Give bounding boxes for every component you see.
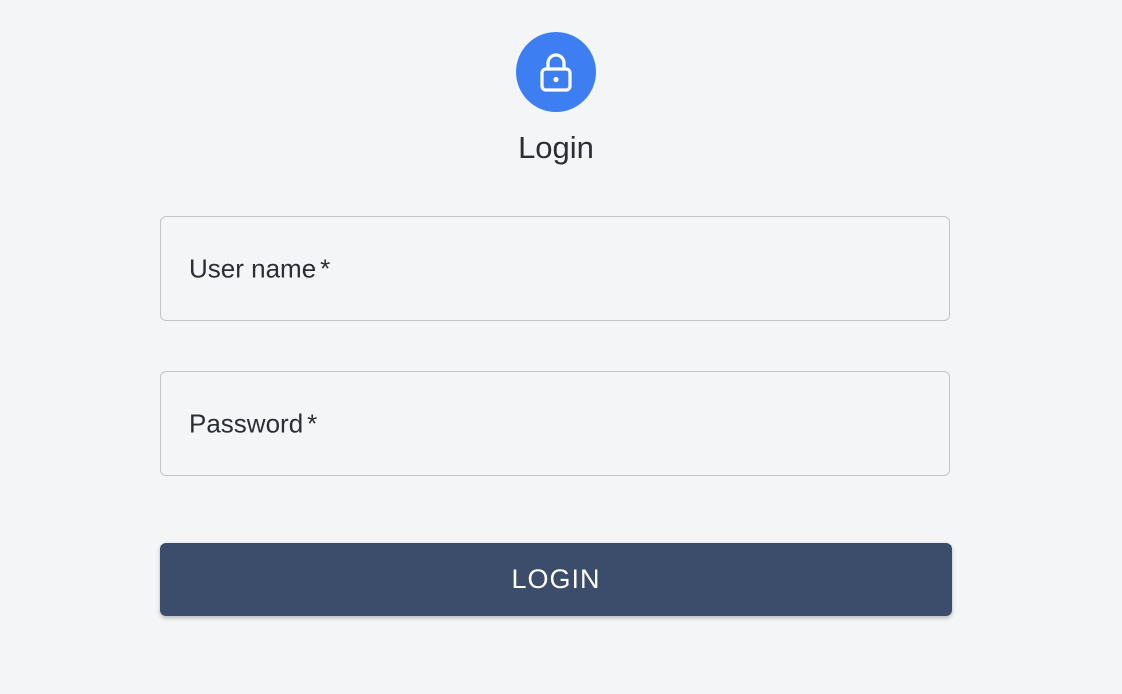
page-title: Login — [518, 130, 594, 165]
login-button[interactable]: LOGIN — [160, 543, 952, 616]
username-input[interactable] — [161, 217, 949, 320]
password-field[interactable]: Password * — [160, 371, 950, 476]
lock-avatar — [516, 32, 596, 112]
lock-icon — [540, 53, 572, 92]
login-page: Login User name * Password * LOGIN — [0, 0, 1122, 694]
username-field[interactable]: User name * — [160, 216, 950, 321]
password-input[interactable] — [161, 372, 949, 475]
